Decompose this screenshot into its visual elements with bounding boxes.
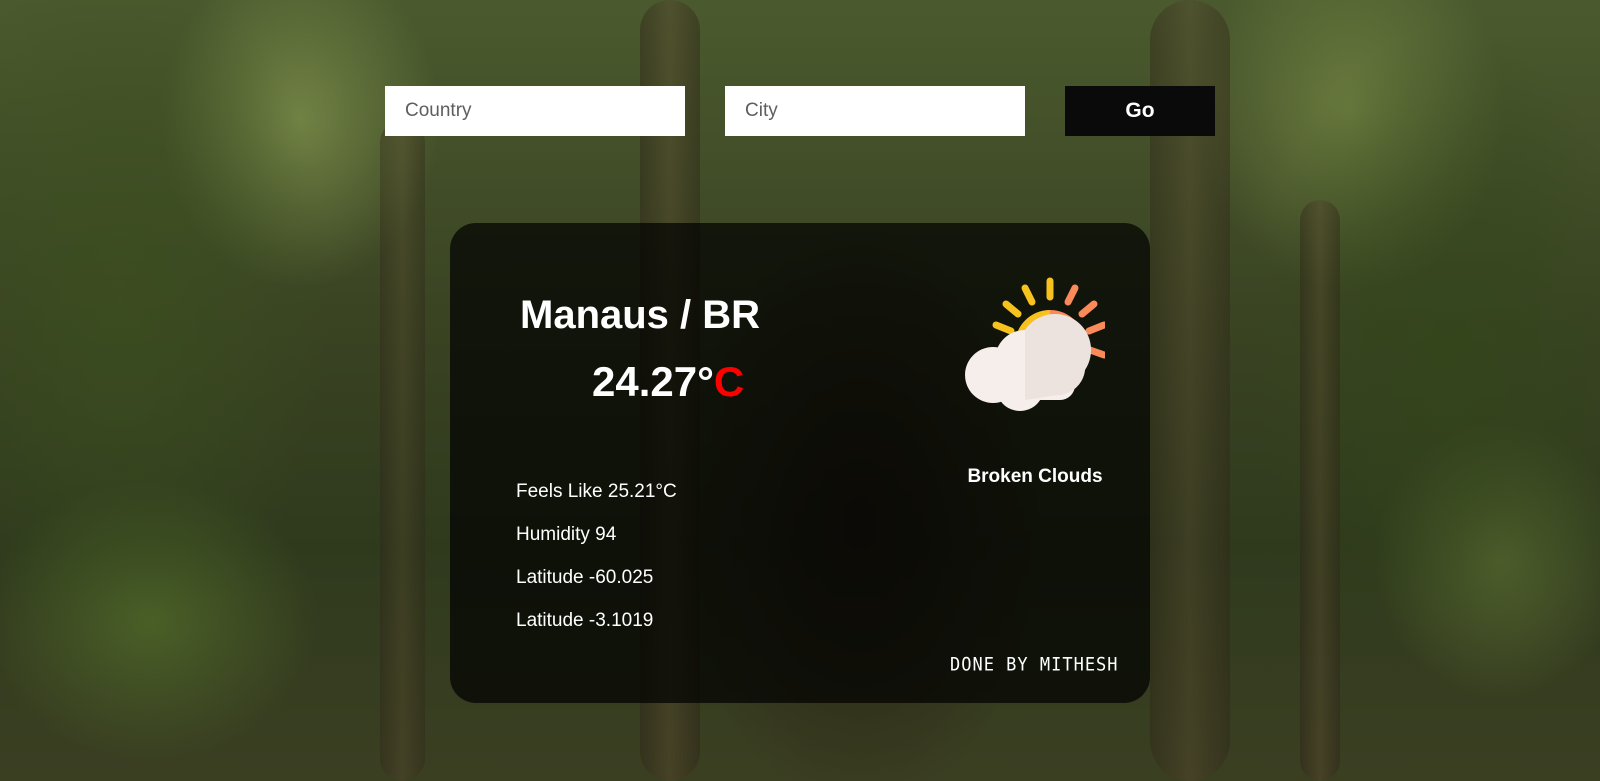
temperature-value: 24.27° (592, 358, 714, 405)
background-tree-trunk (1300, 200, 1340, 781)
location-title: Manaus / BR (520, 293, 761, 337)
humidity: Humidity 94 (516, 524, 617, 545)
latitude: Latitude -3.1019 (516, 610, 654, 631)
feels-like: Feels Like 25.21°C (516, 481, 677, 502)
city-input[interactable] (725, 86, 1025, 136)
country-input[interactable] (385, 86, 685, 136)
latitude: Latitude -60.025 (516, 567, 654, 588)
author-credit: DONE BY MITHESH (950, 654, 1119, 676)
weather-condition: Broken Clouds (967, 466, 1103, 487)
weather-card: Manaus / BR 24.27°C Feels Like 25.21°C H… (450, 223, 1150, 703)
temperature-unit: C (713, 358, 745, 405)
weather-details: Feels Like 25.21°C Humidity 94 Latitude … (516, 481, 677, 653)
background-tree-trunk (380, 120, 425, 781)
search-bar: Go (385, 86, 1215, 136)
temperature: 24.27°C (592, 358, 744, 406)
sun-behind-cloud-icon (965, 277, 1105, 411)
go-button[interactable]: Go (1065, 86, 1215, 136)
